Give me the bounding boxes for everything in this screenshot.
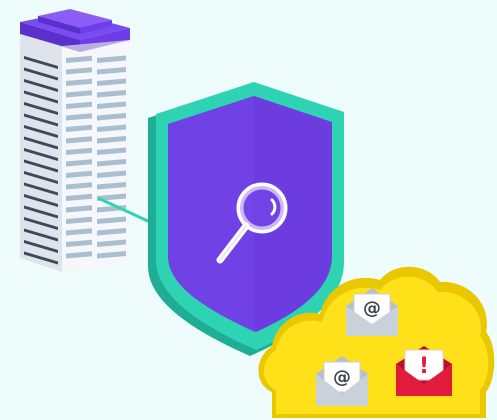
security-illustration: @ @ ! xyxy=(0,0,497,420)
office-building-icon xyxy=(20,9,130,272)
email-at-symbol: @ xyxy=(333,367,351,388)
email-envelope-icon: @ xyxy=(346,288,398,336)
alert-exclamation-symbol: ! xyxy=(419,354,429,379)
email-at-symbol: @ xyxy=(363,298,381,319)
email-envelope-icon: @ xyxy=(316,356,368,406)
